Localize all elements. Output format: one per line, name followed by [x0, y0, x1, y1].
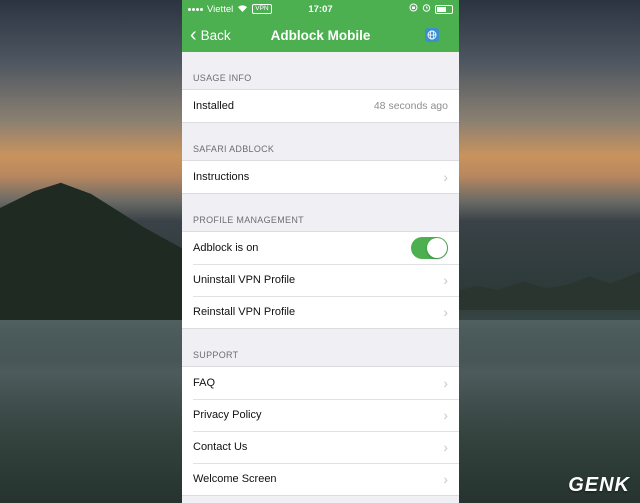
contact-us-row[interactable]: Contact Us ›: [182, 431, 459, 463]
battery-icon: [435, 4, 453, 14]
toggle-knob: [427, 238, 447, 258]
chevron-right-icon: ›: [443, 304, 448, 320]
contact-us-label: Contact Us: [193, 441, 248, 453]
navigation-bar: ‹ Back Adblock Mobile: [182, 18, 459, 52]
chevron-right-icon: ›: [443, 375, 448, 391]
installed-value: 48 seconds ago: [373, 100, 448, 112]
phone-screen: Viettel VPN 17:07 ‹ Back Adblock Mobile: [182, 0, 459, 503]
chevron-right-icon: ›: [443, 407, 448, 423]
reinstall-vpn-label: Reinstall VPN Profile: [193, 306, 296, 318]
chevron-right-icon: ›: [443, 272, 448, 288]
welcome-screen-label: Welcome Screen: [193, 473, 277, 485]
section-header-usage: USAGE INFO: [193, 73, 252, 83]
faq-label: FAQ: [193, 377, 216, 389]
installed-row: Installed 48 seconds ago: [182, 90, 459, 122]
status-bar: Viettel VPN 17:07: [182, 0, 459, 18]
section-header-support: SUPPORT: [193, 350, 239, 360]
instructions-label: Instructions: [193, 171, 250, 183]
welcome-screen-row[interactable]: Welcome Screen ›: [182, 463, 459, 495]
section-header-safari: SAFARI ADBLOCK: [193, 144, 275, 154]
profile-group: Adblock is on Uninstall VPN Profile › Re…: [182, 231, 459, 329]
back-button[interactable]: ‹ Back: [182, 25, 231, 45]
chevron-right-icon: ›: [443, 439, 448, 455]
adblock-toggle[interactable]: [411, 237, 448, 259]
safari-group: Instructions ›: [182, 160, 459, 194]
adblock-toggle-row: Adblock is on: [182, 232, 459, 264]
privacy-policy-label: Privacy Policy: [193, 409, 262, 421]
globe-icon[interactable]: [425, 28, 439, 42]
uninstall-vpn-row[interactable]: Uninstall VPN Profile ›: [182, 264, 459, 296]
adblock-label: Adblock is on: [193, 242, 259, 254]
status-time: 17:07: [308, 3, 333, 15]
watermark-logo: GENK: [568, 474, 630, 496]
back-label: Back: [200, 27, 231, 43]
reinstall-vpn-row[interactable]: Reinstall VPN Profile ›: [182, 296, 459, 328]
instructions-row[interactable]: Instructions ›: [182, 161, 459, 193]
installed-label: Installed: [193, 100, 234, 112]
section-header-profile: PROFILE MANAGEMENT: [193, 215, 304, 225]
usage-group: Installed 48 seconds ago: [182, 89, 459, 123]
chevron-right-icon: ›: [443, 471, 448, 487]
uninstall-vpn-label: Uninstall VPN Profile: [193, 274, 296, 286]
support-group: FAQ › Privacy Policy › Contact Us › Welc…: [182, 366, 459, 496]
chevron-right-icon: ›: [443, 169, 448, 185]
privacy-policy-row[interactable]: Privacy Policy ›: [182, 399, 459, 431]
faq-row[interactable]: FAQ ›: [182, 367, 459, 399]
chevron-left-icon: ‹: [190, 24, 197, 46]
